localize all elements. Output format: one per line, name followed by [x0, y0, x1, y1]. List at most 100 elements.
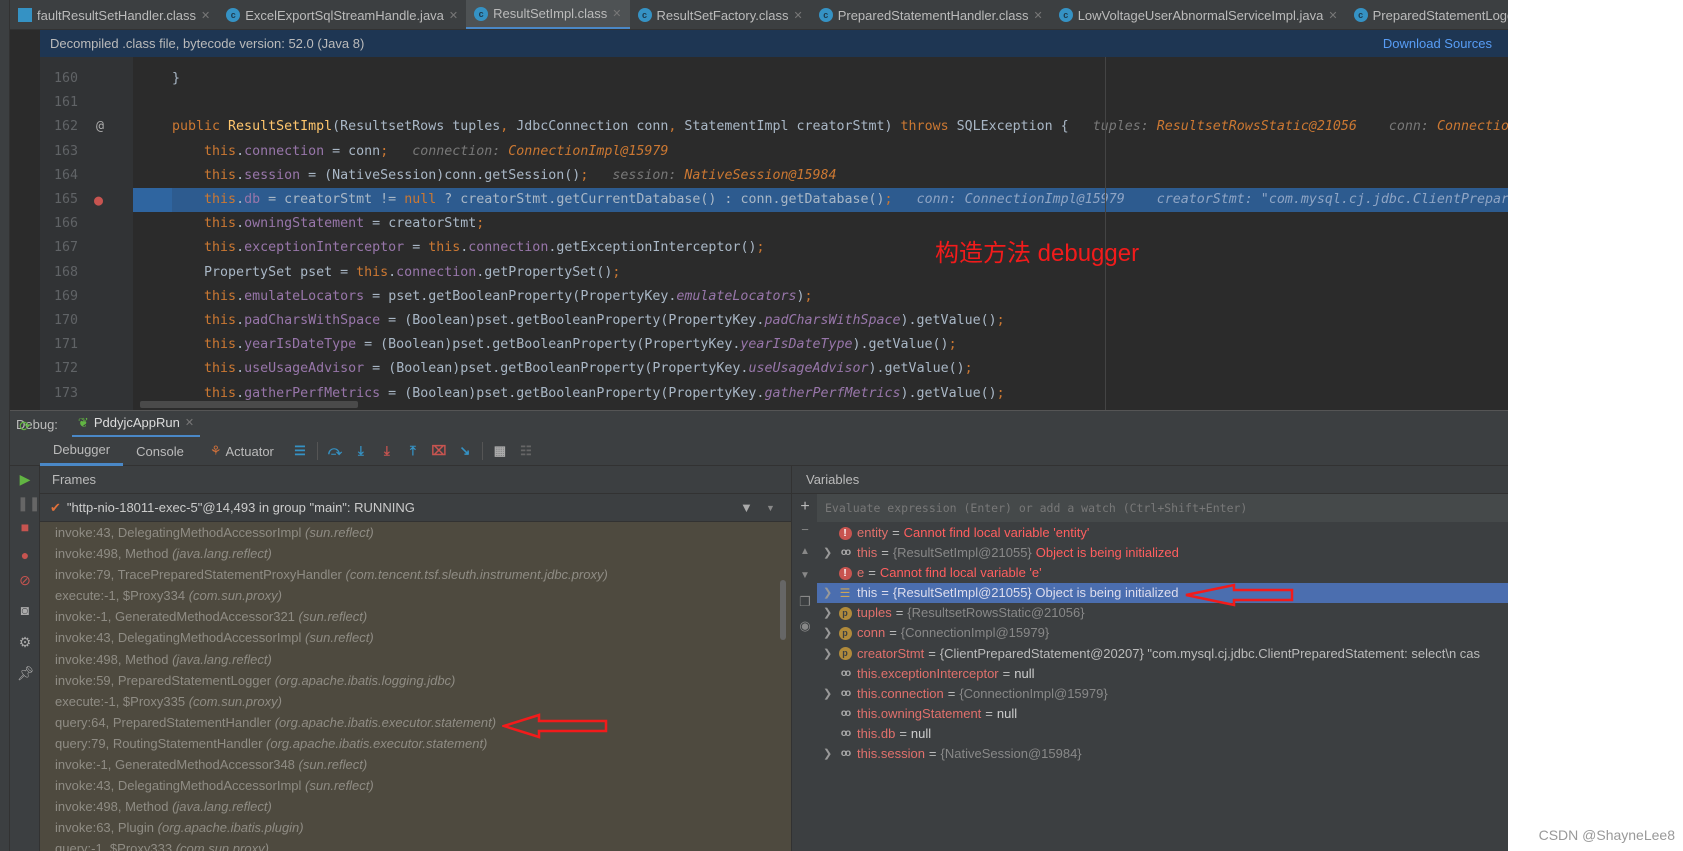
force-step-into-icon[interactable]: ⤓ — [379, 443, 395, 459]
eye-icon[interactable]: ◉ — [798, 618, 812, 634]
variable-item[interactable]: ! entity = Cannot find local variable 'enti… — [817, 523, 1508, 543]
breakpoint-icon[interactable]: ● — [94, 188, 103, 212]
download-sources-link[interactable]: Download Sources — [1383, 36, 1492, 51]
filter-icon[interactable]: ▼ — [740, 500, 753, 515]
move-down-icon[interactable]: ▼ — [798, 570, 812, 581]
line-number[interactable]: 164 — [54, 164, 78, 188]
chevron-right-icon[interactable]: ❯ — [823, 644, 837, 664]
settings-icon[interactable]: ⚙ — [17, 634, 33, 650]
variable-item[interactable]: ❯ p creatorStmt = {ClientPreparedStatement@2… — [817, 644, 1508, 664]
editor-tab[interactable]: c PreparedStatementHandler.class ✕ — [811, 0, 1051, 29]
step-out-icon[interactable]: ⤒ — [405, 443, 421, 459]
close-tab-icon[interactable]: ✕ — [612, 7, 621, 20]
chevron-right-icon[interactable]: ❯ — [823, 583, 837, 603]
line-number[interactable]: 160 — [54, 67, 78, 91]
evaluate-icon[interactable]: ▦ — [492, 443, 508, 459]
frame-item[interactable]: query:64, PreparedStatementHandler (org.… — [40, 712, 791, 733]
step-over-icon[interactable]: ⤼ — [327, 443, 343, 459]
menu-icon[interactable]: ☰ — [292, 443, 308, 459]
debug-session-tab[interactable]: ❦ PddyjcAppRun ✕ — [71, 411, 201, 438]
frame-item[interactable]: invoke:498, Method (java.lang.reflect) — [40, 796, 791, 817]
mute-breakpoints-icon[interactable]: ⊘ — [17, 572, 33, 588]
frame-item[interactable]: query:-1, $Proxy333 (com.sun.proxy) — [40, 838, 791, 851]
tab-actuator[interactable]: ⚘ Actuator — [197, 437, 287, 466]
line-number[interactable]: 171 — [54, 333, 78, 357]
close-icon[interactable]: ✕ — [185, 416, 194, 429]
stop-icon[interactable]: ■ — [17, 519, 33, 535]
frame-item[interactable]: invoke:-1, GeneratedMethodAccessor321 (s… — [40, 606, 791, 627]
variable-item[interactable]: oo this.owningStatement = null — [817, 704, 1508, 724]
frame-item[interactable]: invoke:59, PreparedStatementLogger (org.… — [40, 670, 791, 691]
line-number[interactable]: 165 — [54, 188, 78, 212]
variable-item[interactable]: oo this.exceptionInterceptor = null — [817, 664, 1508, 684]
close-tab-icon[interactable]: ✕ — [793, 9, 802, 22]
line-number[interactable]: 173 — [54, 382, 78, 406]
evaluate-expression-input[interactable]: Evaluate expression (Enter) or add a wat… — [817, 494, 1508, 522]
add-watch-icon[interactable]: + — [798, 498, 812, 516]
remove-watch-icon[interactable]: − — [798, 522, 812, 537]
copy-icon[interactable]: ❐ — [798, 594, 812, 610]
variable-item[interactable]: ❯ oo this = {ResultSetImpl@21055} Object is b… — [817, 543, 1508, 563]
move-up-icon[interactable]: ▲ — [798, 546, 812, 557]
override-marker-icon[interactable]: @ — [96, 115, 104, 139]
chevron-right-icon[interactable]: ❯ — [823, 623, 837, 643]
rerun-icon[interactable]: ⟳ — [17, 418, 33, 434]
code-editor[interactable]: 160} 161 162 @ public ResultSetImpl(Resultse… — [40, 57, 1508, 410]
frame-item[interactable]: query:79, RoutingStatementHandler (org.a… — [40, 733, 791, 754]
editor-tab[interactable]: c ResultSetImpl.class ✕ — [466, 0, 630, 29]
editor-tab[interactable]: c PreparedStatementLogg — [1346, 0, 1508, 29]
variable-item[interactable]: ❯ p conn = {ConnectionImpl@15979} — [817, 623, 1508, 643]
line-number[interactable]: 161 — [54, 91, 78, 115]
camera-icon[interactable]: ◙ — [17, 602, 33, 618]
variable-item[interactable]: oo this.db = null — [817, 724, 1508, 744]
trace-icon[interactable]: ☷ — [518, 443, 534, 459]
chevron-right-icon[interactable]: ❯ — [823, 744, 837, 764]
resume-icon[interactable]: ▶ — [17, 471, 33, 487]
variable-item[interactable]: ❯ oo this.connection = {ConnectionImpl@15979… — [817, 684, 1508, 704]
pause-icon[interactable]: ❚❚ — [17, 495, 40, 511]
thread-selector[interactable]: ✔ "http-nio-18011-exec-5"@14,493 in grou… — [40, 494, 791, 522]
tab-debugger[interactable]: Debugger — [40, 437, 124, 466]
line-number[interactable]: 167 — [54, 236, 78, 260]
frame-item[interactable]: invoke:43, DelegatingMethodAccessorImpl … — [40, 627, 791, 648]
frame-item[interactable]: execute:-1, $Proxy335 (com.sun.proxy) — [40, 691, 791, 712]
frame-item[interactable]: invoke:498, Method (java.lang.reflect) — [40, 649, 791, 670]
close-tab-icon[interactable]: ✕ — [449, 9, 458, 22]
pin-icon[interactable]: 📌︎ — [17, 665, 35, 681]
line-number[interactable]: 170 — [54, 309, 78, 333]
tab-console[interactable]: Console — [123, 437, 197, 466]
close-tab-icon[interactable]: ✕ — [1328, 9, 1337, 22]
frame-item[interactable]: execute:-1, $Proxy334 (com.sun.proxy) — [40, 585, 791, 606]
horizontal-scrollbar[interactable] — [140, 401, 358, 408]
frame-item[interactable]: invoke:43, DelegatingMethodAccessorImpl … — [40, 775, 791, 796]
frame-item[interactable]: invoke:-1, GeneratedMethodAccessor348 (s… — [40, 754, 791, 775]
line-number[interactable]: 168 — [54, 261, 78, 285]
chevron-right-icon[interactable]: ❯ — [823, 543, 837, 563]
chevron-down-icon[interactable]: ▼ — [766, 503, 775, 513]
variable-item[interactable]: ! e = Cannot find local variable 'e' — [817, 563, 1508, 583]
editor-tab[interactable]: faultResultSetHandler.class ✕ — [10, 0, 218, 29]
close-tab-icon[interactable]: ✕ — [201, 9, 210, 22]
view-breakpoints-icon[interactable]: ● — [17, 547, 33, 563]
frames-scrollbar[interactable] — [780, 580, 786, 640]
line-number[interactable]: 166 — [54, 212, 78, 236]
line-number[interactable]: 163 — [54, 140, 78, 164]
variable-item[interactable]: ❯ p tuples = {ResultsetRowsStatic@21056} — [817, 603, 1508, 623]
frame-item[interactable]: invoke:43, DelegatingMethodAccessorImpl … — [40, 522, 791, 543]
chevron-right-icon[interactable]: ❯ — [823, 684, 837, 704]
line-number[interactable]: 169 — [54, 285, 78, 309]
frame-item[interactable]: invoke:63, Plugin (org.apache.ibatis.plu… — [40, 817, 791, 838]
editor-tab[interactable]: c ResultSetFactory.class ✕ — [630, 0, 811, 29]
variable-item[interactable]: ❯ ☰ this = {ResultSetImpl@21055} Object is b… — [817, 583, 1508, 604]
editor-tab[interactable]: c LowVoltageUserAbnormalServiceImpl.java ✕ — [1051, 0, 1346, 29]
frame-item[interactable]: invoke:498, Method (java.lang.reflect) — [40, 543, 791, 564]
variable-item[interactable]: ❯ oo this.session = {NativeSession@15984} — [817, 744, 1508, 764]
run-to-cursor-icon[interactable]: ↘ — [457, 443, 473, 459]
step-into-icon[interactable]: ⤓ — [353, 443, 369, 459]
editor-tab[interactable]: c ExcelExportSqlStreamHandle.java ✕ — [218, 0, 466, 29]
chevron-right-icon[interactable]: ❯ — [823, 603, 837, 623]
drop-frame-icon[interactable]: ⌧ — [431, 443, 447, 459]
frame-item[interactable]: invoke:79, TracePreparedStatementProxyHa… — [40, 564, 791, 585]
close-tab-icon[interactable]: ✕ — [1033, 9, 1042, 22]
line-number[interactable]: 172 — [54, 357, 78, 381]
